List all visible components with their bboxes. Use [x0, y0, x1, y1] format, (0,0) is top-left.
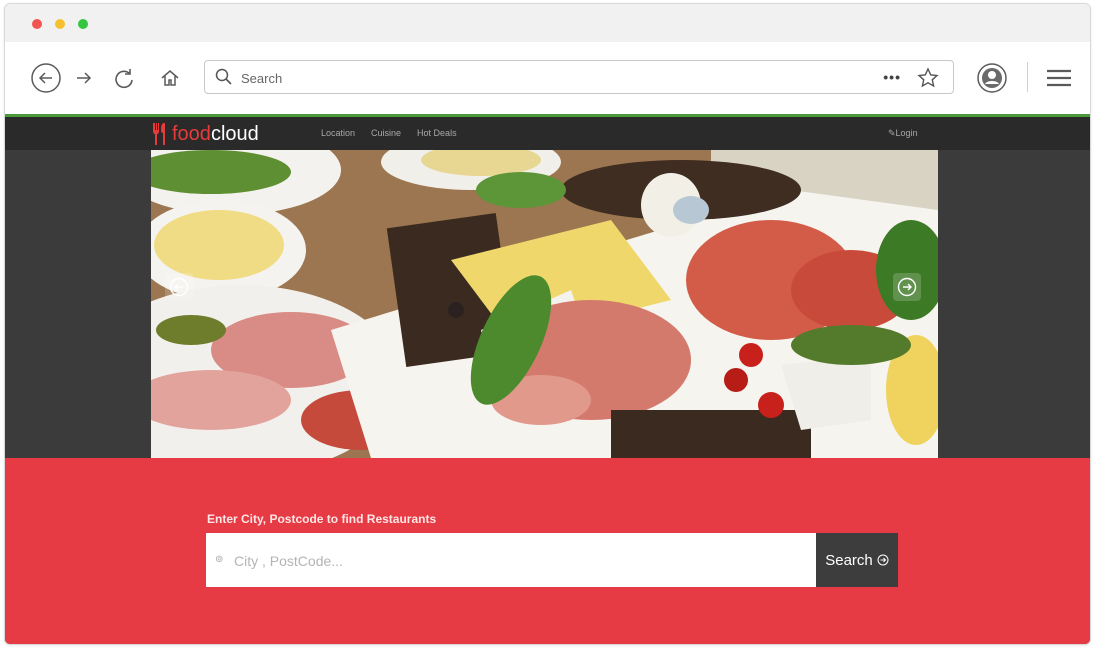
account-icon[interactable] [976, 62, 1008, 94]
home-icon[interactable] [154, 62, 186, 94]
search-icon [215, 68, 233, 91]
hero-food-image [151, 150, 938, 458]
location-pin-icon: ⊚ [215, 554, 224, 565]
main-nav: Location Cuisine Hot Deals [321, 128, 457, 138]
foodcloud-logo[interactable]: food cloud [150, 122, 259, 146]
close-window-button[interactable] [32, 19, 42, 29]
login-label: Login [895, 128, 918, 138]
arrow-circle-icon [877, 554, 889, 566]
nav-location[interactable]: Location [321, 128, 355, 138]
login-icon: ✎ [888, 128, 896, 138]
page-actions-button[interactable]: ••• [883, 69, 901, 85]
search-button[interactable]: Search [816, 533, 898, 587]
hero-next-button[interactable] [893, 273, 921, 301]
fork-knife-icon [153, 123, 165, 145]
arrow-left-circle-icon [169, 277, 189, 297]
search-heading: Enter City, Postcode to find Restaurants [207, 512, 437, 526]
toolbar-divider [1027, 62, 1028, 92]
star-icon[interactable] [917, 67, 939, 94]
title-bar [5, 4, 1090, 42]
search-section: Enter City, Postcode to find Restaurants… [5, 458, 1090, 644]
logo-cloud-text: cloud [210, 122, 259, 145]
site-nav-bar: food cloud Location Cuisine Hot Deals ✎Lo… [5, 117, 1090, 150]
search-button-label: Search [825, 551, 873, 569]
location-search-box[interactable]: ⊚ [206, 533, 816, 587]
arrow-right-circle-icon [897, 277, 917, 297]
food-platter-illustration [151, 150, 938, 458]
back-icon[interactable] [30, 62, 62, 94]
browser-window: ••• foodcloud Location Cuisine [4, 3, 1091, 645]
login-link[interactable]: ✎Login [888, 128, 918, 139]
logo-food-text: food [172, 122, 211, 145]
maximize-window-button[interactable] [78, 19, 88, 29]
nav-hot-deals[interactable]: Hot Deals [417, 128, 457, 138]
browser-toolbar: ••• [5, 42, 1090, 117]
forward-icon[interactable] [68, 62, 100, 94]
url-bar[interactable]: ••• [204, 60, 954, 94]
nav-cuisine[interactable]: Cuisine [371, 128, 401, 138]
website-content: food cloud Location Cuisine Hot Deals ✎Lo… [5, 117, 1090, 644]
reload-icon[interactable] [108, 62, 140, 94]
hero-prev-button[interactable] [165, 273, 193, 301]
menu-icon[interactable] [1043, 62, 1075, 94]
url-input[interactable] [239, 66, 843, 90]
city-postcode-input[interactable] [232, 548, 796, 574]
minimize-window-button[interactable] [55, 19, 65, 29]
